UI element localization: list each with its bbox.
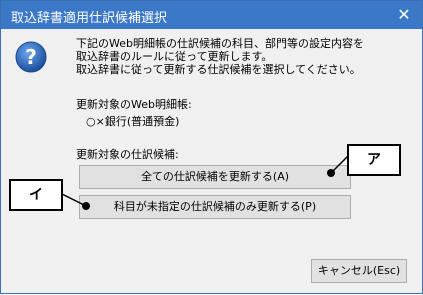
- dialog-window: 取込辞書適用仕訳候補選択 ✕ ? 下記のWeb明細帳の仕訳候補の科目、部門等の設…: [0, 0, 423, 294]
- callout-a: ア: [347, 144, 401, 176]
- callout-i: イ: [9, 179, 63, 211]
